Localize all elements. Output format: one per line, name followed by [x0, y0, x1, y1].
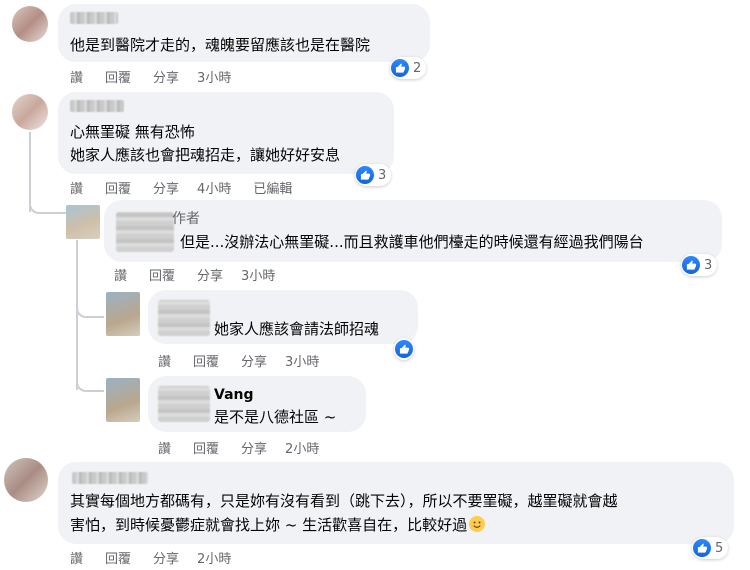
like-icon: [693, 539, 711, 557]
timestamp[interactable]: 3小時: [241, 265, 275, 284]
comment-text-line-1: 心無罣礙 無有恐怖: [70, 123, 195, 141]
reply-button[interactable]: 回覆: [149, 265, 175, 284]
reaction-count[interactable]: [394, 338, 414, 360]
timestamp[interactable]: 2小時: [285, 438, 319, 457]
comment-text-line-2: 害怕，到時候憂鬱症就會找上妳 ~ 生活歡喜自在，比較好過: [70, 514, 486, 536]
commenter-name-blurred[interactable]: [158, 300, 210, 336]
reaction-count[interactable]: 2: [390, 57, 427, 79]
comment-actions: 讚 回覆 分享 4小時 已編輯: [70, 178, 292, 197]
share-button[interactable]: 分享: [197, 265, 223, 284]
avatar[interactable]: [106, 378, 140, 422]
reaction-number: 2: [413, 60, 422, 76]
like-icon: [395, 340, 413, 358]
comment-actions: 讚 回覆 分享 3小時: [158, 351, 319, 370]
like-button[interactable]: 讚: [70, 67, 83, 86]
reaction-number: 5: [715, 540, 724, 556]
thread-connector: [76, 372, 104, 392]
comment-text-line-2: 她家人應該也會把魂招走，讓她好好安息: [70, 146, 341, 164]
comment-text-line-2-content: 害怕，到時候憂鬱症就會找上妳 ~ 生活歡喜自在，比較好過: [70, 516, 468, 534]
avatar[interactable]: [12, 6, 48, 42]
comment-text: 她家人應該會請法師招魂: [214, 320, 380, 338]
comment-text: 他是到醫院才走的，魂魄要留應該也是在醫院: [70, 36, 371, 54]
like-icon: [391, 59, 409, 77]
author-tag: 作者: [172, 211, 200, 227]
comment-text-line-1: 其實每個地方都碼有，只是妳有沒有看到（跳下去），所以不要罣礙，越罣礙就會越: [70, 492, 618, 510]
like-button[interactable]: 讚: [70, 548, 83, 567]
avatar[interactable]: [12, 94, 48, 130]
reaction-count[interactable]: 5: [692, 537, 729, 559]
share-button[interactable]: 分享: [153, 548, 179, 567]
thread-connector: [76, 300, 104, 318]
comment-actions: 讚 回覆 分享 3小時: [114, 265, 275, 284]
like-icon: [356, 166, 374, 184]
comment-actions: 讚 回覆 分享 2小時: [70, 548, 231, 567]
comment-text: 但是...沒辦法心無罣礙...而且救護車他們檯走的時候還有經過我們陽台: [180, 233, 644, 251]
reaction-count[interactable]: 3: [355, 164, 392, 186]
like-icon: [682, 256, 700, 274]
commenter-name-blurred[interactable]: [70, 100, 124, 112]
like-button[interactable]: 讚: [158, 438, 171, 457]
comment-text: 是不是八德社區 ~: [214, 408, 337, 426]
reaction-number: 3: [704, 257, 713, 273]
timestamp[interactable]: 4小時: [197, 178, 231, 197]
like-button[interactable]: 讚: [158, 351, 171, 370]
smile-emoji-icon: [469, 516, 486, 532]
share-button[interactable]: 分享: [153, 67, 179, 86]
share-button[interactable]: 分享: [241, 351, 267, 370]
comment-actions: 讚 回覆 分享 2小時: [158, 438, 319, 457]
reply-button[interactable]: 回覆: [193, 351, 219, 370]
timestamp[interactable]: 3小時: [285, 351, 319, 370]
share-button[interactable]: 分享: [241, 438, 267, 457]
reply-button[interactable]: 回覆: [105, 67, 131, 86]
comment-actions: 讚 回覆 分享 3小時: [70, 67, 231, 86]
reply-button[interactable]: 回覆: [193, 438, 219, 457]
reaction-count[interactable]: 3: [681, 254, 718, 276]
edited-label[interactable]: 已編輯: [253, 178, 292, 197]
commenter-name-blurred[interactable]: [158, 386, 210, 422]
timestamp[interactable]: 3小時: [197, 67, 231, 86]
thread-line: [76, 240, 78, 390]
commenter-name-blurred[interactable]: [70, 12, 118, 24]
reaction-number: 3: [378, 167, 387, 183]
timestamp[interactable]: 2小時: [197, 548, 231, 567]
reply-button[interactable]: 回覆: [105, 548, 131, 567]
like-button[interactable]: 讚: [114, 265, 127, 284]
commenter-name-blurred[interactable]: [116, 212, 174, 252]
like-button[interactable]: 讚: [70, 178, 83, 197]
share-button[interactable]: 分享: [153, 178, 179, 197]
avatar[interactable]: [106, 292, 140, 336]
thread-connector: [29, 190, 67, 214]
avatar[interactable]: [4, 458, 48, 502]
reply-button[interactable]: 回覆: [105, 178, 131, 197]
commenter-name[interactable]: Vang: [214, 384, 254, 406]
commenter-name-blurred[interactable]: [72, 472, 148, 484]
avatar[interactable]: [66, 205, 100, 239]
